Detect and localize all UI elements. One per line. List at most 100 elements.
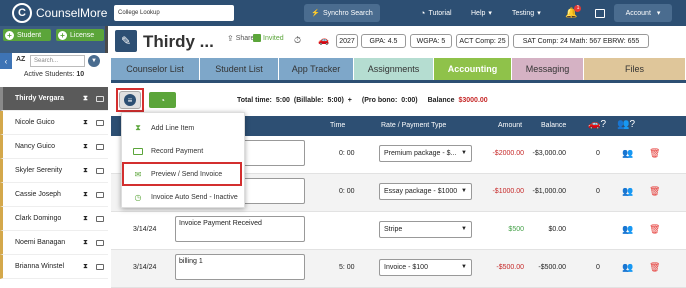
- share-button[interactable]: ⇪ Share: [227, 34, 254, 43]
- chevron-down-icon: ▼: [461, 264, 467, 270]
- help-menu[interactable]: Help ▾: [471, 0, 492, 26]
- active-students-count: Active Students: 10: [0, 71, 108, 78]
- trash-icon[interactable]: 🗑: [649, 148, 660, 159]
- hourglass-icon[interactable]: ⧗: [83, 191, 88, 199]
- hourglass-icon[interactable]: ⧗: [83, 119, 88, 127]
- row-time: 0: 00: [339, 188, 355, 195]
- credit-card-icon[interactable]: [96, 167, 104, 174]
- hourglass-icon[interactable]: ⧗: [83, 263, 88, 271]
- hourglass-icon[interactable]: ⧗: [83, 239, 88, 247]
- row-count: 0: [596, 188, 600, 195]
- people-icon[interactable]: 👥: [622, 186, 633, 197]
- actions-menu-button[interactable]: ≡: [119, 91, 141, 109]
- active-students-label: Active Students:: [23, 71, 75, 78]
- tab-counselor-list[interactable]: Counselor List: [111, 58, 200, 80]
- tutorial-label: Tutorial: [428, 9, 452, 17]
- people-icon[interactable]: 👥: [622, 148, 633, 159]
- college-lookup-input[interactable]: College Lookup: [114, 5, 234, 21]
- people-help-icon[interactable]: 👥?: [617, 119, 635, 130]
- hourglass-icon[interactable]: ⧗: [83, 215, 88, 223]
- car-icon[interactable]: 🚗: [318, 35, 329, 46]
- active-students-value: 10: [76, 71, 85, 78]
- add-line-item-option[interactable]: ⧗ Add Line Item: [122, 117, 246, 139]
- sidebar-student-item[interactable]: Thirdy Vergara ⧗: [0, 87, 108, 111]
- compass-button[interactable]: ◔: [149, 92, 176, 108]
- people-icon[interactable]: 👥: [622, 262, 633, 273]
- invoice-auto-send-option[interactable]: ◷ Invoice Auto Send - Inactive: [122, 186, 246, 208]
- tab-accounting[interactable]: Accounting: [434, 58, 512, 80]
- account-menu[interactable]: Account ▾: [614, 4, 672, 22]
- people-icon[interactable]: 👥: [622, 224, 633, 235]
- sidebar-student-item[interactable]: Nancy Guico ⧗: [0, 135, 108, 159]
- tab-app-tracker[interactable]: App Tracker: [279, 58, 354, 80]
- tab-assignments[interactable]: Assignments: [354, 58, 434, 80]
- trash-icon[interactable]: 🗑: [649, 224, 660, 235]
- testing-menu[interactable]: Testing ▾: [512, 0, 541, 26]
- sidebar-student-item[interactable]: Cassie Joseph ⧗: [0, 183, 108, 207]
- row-note-input[interactable]: billing 1: [175, 254, 305, 280]
- chevron-down-icon: ▾: [656, 10, 661, 17]
- credit-card-icon[interactable]: [96, 263, 104, 270]
- row-rate-select[interactable]: Invoice - $100 ▼: [379, 259, 472, 276]
- invited-status[interactable]: Invited: [253, 34, 284, 42]
- credit-card-icon[interactable]: [96, 191, 104, 198]
- row-note-input[interactable]: Invoice Payment Received: [175, 216, 305, 242]
- filter-icon[interactable]: ▼: [88, 55, 100, 67]
- clock-icon: ◷: [134, 192, 142, 202]
- hourglass-icon[interactable]: ⧗: [83, 167, 88, 175]
- sidebar-student-item[interactable]: Nicole Guico ⧗: [0, 111, 108, 135]
- car-help-icon[interactable]: 🚗?: [588, 119, 606, 130]
- row-rate-select[interactable]: Stripe ▼: [379, 221, 472, 238]
- row-amount: -$1000.00: [492, 188, 524, 195]
- credit-card-icon[interactable]: [96, 239, 104, 246]
- stopwatch-icon[interactable]: ⏱: [294, 35, 301, 46]
- sidebar-student-item[interactable]: Clark Domingo ⧗: [0, 207, 108, 231]
- student-header: ✎ Thirdy ... ⇪ Share Invited ⏱ 🚗 2027 GP…: [111, 26, 686, 56]
- plus-icon: +: [58, 30, 67, 40]
- trash-icon[interactable]: 🗑: [649, 186, 660, 197]
- chevron-down-icon: ▼: [461, 150, 467, 156]
- testing-label: Testing: [512, 9, 535, 17]
- row-amount: -$500.00: [496, 264, 524, 271]
- tab-messaging[interactable]: Messaging: [512, 58, 584, 80]
- credit-card-icon[interactable]: [96, 95, 104, 102]
- credit-card-icon[interactable]: [96, 143, 104, 150]
- add-student-button[interactable]: + Student: [3, 29, 51, 41]
- student-sidebar: + Student + License ‹ AZ Search... ▼ Act…: [0, 26, 108, 279]
- invoice-auto-send-label: Invoice Auto Send - Inactive: [151, 193, 238, 201]
- top-navbar: C CounselMore College Lookup ⚡ Synchro S…: [0, 0, 686, 26]
- tab-student-list[interactable]: Student List: [200, 58, 279, 80]
- trash-icon[interactable]: 🗑: [649, 262, 660, 273]
- add-license-button[interactable]: + License: [56, 29, 104, 41]
- hourglass-icon[interactable]: ⧗: [83, 143, 88, 151]
- billable-value: 5:00): [327, 97, 344, 104]
- synchro-search-button[interactable]: ⚡ Synchro Search: [304, 4, 380, 22]
- hamburger-icon: ≡: [124, 94, 136, 106]
- sort-az-button[interactable]: AZ: [16, 56, 25, 63]
- table-row: 3/14/24 Invoice Payment Received Stripe ▼ $5…: [111, 212, 686, 250]
- edit-student-button[interactable]: ✎: [115, 30, 137, 52]
- row-rate-select[interactable]: Premium package - $... ▼: [379, 145, 472, 162]
- record-payment-option[interactable]: Record Payment: [122, 140, 246, 162]
- time-totals: Total time: 5:00 (Billable: 5:00) + (Pro…: [237, 97, 488, 104]
- row-count: 0: [596, 150, 600, 157]
- student-search-input[interactable]: Search...: [30, 55, 85, 67]
- sidebar-student-item[interactable]: Skyler Serenity ⧗: [0, 159, 108, 183]
- plus-icon: +: [5, 30, 14, 40]
- sidebar-student-item[interactable]: Brianna Winstel ⧗: [0, 255, 108, 279]
- credit-card-icon[interactable]: [96, 119, 104, 126]
- brand-logo[interactable]: C CounselMore: [12, 3, 112, 23]
- hourglass-icon[interactable]: ⧗: [83, 95, 88, 103]
- calendar-button[interactable]: [595, 0, 605, 26]
- credit-card-icon[interactable]: [96, 215, 104, 222]
- tutorial-link[interactable]: ◔ Tutorial: [420, 0, 452, 26]
- col-amount: Amount: [498, 122, 523, 129]
- row-rate-select[interactable]: Essay package - $1000 ▼: [379, 183, 472, 200]
- sidebar-student-item[interactable]: Noemi Banagan ⧗: [0, 231, 108, 255]
- row-rate-value: Essay package - $1000: [384, 188, 458, 195]
- tab-files[interactable]: Files: [584, 58, 686, 80]
- balance-label: Balance: [427, 97, 455, 104]
- col-balance: Balance: [541, 122, 567, 129]
- chevron-left-icon[interactable]: ‹: [0, 53, 12, 69]
- notifications-button[interactable]: 🔔 1: [565, 0, 582, 26]
